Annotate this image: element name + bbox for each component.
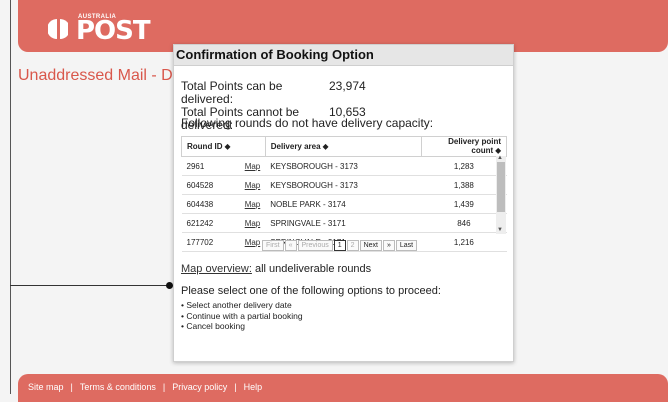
scrollbar-thumb[interactable] xyxy=(497,162,505,212)
table-row: 621242 Map SPRINGVALE - 3171 846 xyxy=(181,213,507,233)
map-overview: Map overview: all undeliverable rounds xyxy=(181,263,371,275)
option-item: Select another delivery date xyxy=(181,300,303,311)
pager-next-icon[interactable]: » xyxy=(382,240,395,251)
map-link[interactable]: Map xyxy=(245,162,261,171)
delivery-point-count: 1,216 xyxy=(421,232,507,252)
footer-link-privacy[interactable]: Privacy policy xyxy=(172,382,227,392)
options-heading: Please select one of the following optio… xyxy=(181,285,441,297)
map-overview-link[interactable]: Map overview: xyxy=(181,263,252,275)
delivery-area: KEYSBOROUGH - 3173 xyxy=(265,156,422,176)
pager-previous[interactable]: Previous xyxy=(297,240,333,251)
delivery-point-count: 846 xyxy=(421,213,507,233)
delivery-area: NOBLE PARK - 3174 xyxy=(265,194,422,214)
connector-dot xyxy=(166,282,173,289)
pager-prev-icon[interactable]: « xyxy=(284,240,297,251)
round-id: 2961 xyxy=(181,156,231,176)
brand-name: POST xyxy=(76,16,151,46)
rounds-table: Round ID ⬥ Delivery area ⬥ Delivery poin… xyxy=(181,136,508,252)
map-link[interactable]: Map xyxy=(245,238,261,247)
delivery-area: SPRINGVALE - 3171 xyxy=(265,213,422,233)
table-row: 604438 Map NOBLE PARK - 3174 1,439 xyxy=(181,194,507,214)
round-id: 604438 xyxy=(181,194,231,214)
round-id: 621242 xyxy=(181,213,231,233)
post-logo-icon xyxy=(48,19,68,39)
footer-link-terms[interactable]: Terms & conditions xyxy=(80,382,156,392)
delivery-point-count: 1,283 xyxy=(421,156,507,176)
dialog-title: Confirmation of Booking Option xyxy=(176,47,374,62)
table-header-row: Round ID ⬥ Delivery area ⬥ Delivery poin… xyxy=(181,136,508,157)
round-id: 177702 xyxy=(181,232,231,252)
option-item: Cancel booking xyxy=(181,321,303,332)
total-deliverable-value: 23,974 xyxy=(329,79,366,93)
pager-next[interactable]: Next xyxy=(359,240,382,251)
map-link[interactable]: Map xyxy=(245,200,261,209)
scroll-up-icon[interactable]: ▲ xyxy=(497,155,503,161)
delivery-area: KEYSBOROUGH - 3173 xyxy=(265,175,422,195)
site-footer: Site map | Terms & conditions | Privacy … xyxy=(18,374,668,402)
options-list: Select another delivery date Continue wi… xyxy=(181,300,303,332)
col-delivery-point-count[interactable]: Delivery point count ⬥ xyxy=(420,136,508,157)
round-id: 604528 xyxy=(181,175,231,195)
footer-separator: | xyxy=(70,382,73,392)
page-title: Unaddressed Mail - D xyxy=(18,67,173,84)
map-link[interactable]: Map xyxy=(245,219,261,228)
scroll-down-icon[interactable]: ▼ xyxy=(497,227,503,233)
col-round-id[interactable]: Round ID ⬥ xyxy=(181,136,266,157)
footer-link-site-map[interactable]: Site map xyxy=(28,382,64,392)
pager-first[interactable]: First xyxy=(262,240,284,251)
rounds-subheading: Following rounds do not have delivery ca… xyxy=(181,116,434,130)
pager-last[interactable]: Last xyxy=(395,240,418,251)
footer-separator: | xyxy=(162,382,166,392)
option-item: Continue with a partial booking xyxy=(181,311,302,322)
map-overview-text: all undeliverable rounds xyxy=(254,263,372,275)
dialog-header: Confirmation of Booking Option xyxy=(174,45,513,66)
total-deliverable-row: Total Points can be delivered: 23,974 xyxy=(181,80,366,106)
delivery-point-count: 1,439 xyxy=(421,194,507,214)
table-row: 2961 Map KEYSBOROUGH - 3173 1,283 xyxy=(181,156,507,176)
connector-line xyxy=(10,285,170,286)
col-delivery-area[interactable]: Delivery area ⬥ xyxy=(264,136,422,157)
table-row: 604528 Map KEYSBOROUGH - 3173 1,388 xyxy=(181,175,507,195)
footer-link-help[interactable]: Help xyxy=(244,382,263,392)
delivery-point-count: 1,388 xyxy=(421,175,507,195)
pager-page-2[interactable]: 2 xyxy=(346,240,359,251)
pagination: First « Previous 1 2 Next » Last xyxy=(262,240,418,251)
pager-page-1[interactable]: 1 xyxy=(333,240,346,251)
map-link[interactable]: Map xyxy=(245,181,261,190)
footer-separator: | xyxy=(234,382,237,392)
total-deliverable-label: Total Points can be delivered: xyxy=(181,79,283,106)
